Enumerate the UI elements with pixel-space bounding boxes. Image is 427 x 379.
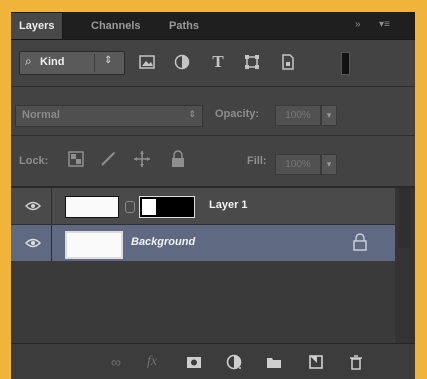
layers-bottom-toolbar: ∞ fx bbox=[11, 343, 415, 379]
lock-position-icon[interactable] bbox=[133, 150, 151, 168]
delete-icon[interactable] bbox=[347, 353, 365, 371]
tab-layers[interactable]: Layers bbox=[11, 13, 64, 39]
layer-thumbnail[interactable] bbox=[65, 196, 119, 218]
eye-column-divider bbox=[51, 225, 52, 261]
fx-icon[interactable]: fx bbox=[143, 353, 161, 371]
dropdown-arrow-icon: ⇕ bbox=[188, 109, 196, 119]
tab-paths[interactable]: Paths bbox=[161, 13, 207, 39]
mask-link-icon[interactable] bbox=[125, 201, 135, 213]
blend-row: Normal ⇕ Opacity: 100% ▾ bbox=[11, 87, 415, 136]
fill-dropdown-arrow[interactable]: ▾ bbox=[321, 154, 337, 175]
type-filter-icon[interactable]: T bbox=[209, 53, 227, 71]
collapse-panel-icon[interactable]: » bbox=[355, 19, 361, 30]
layer-mask-thumbnail[interactable] bbox=[139, 196, 195, 218]
panel-menu-icon[interactable]: ▾≡ bbox=[379, 19, 390, 30]
filter-toggle-switch[interactable] bbox=[341, 52, 350, 75]
lock-image-pixels-icon[interactable] bbox=[99, 150, 117, 168]
layer-name[interactable]: Layer 1 bbox=[209, 199, 248, 211]
adjustment-filter-icon[interactable] bbox=[173, 53, 191, 71]
shape-filter-icon[interactable] bbox=[243, 53, 261, 71]
opacity-field[interactable]: 100% bbox=[275, 105, 321, 126]
panel-tab-bar: Layers Channels Paths » ▾≡ bbox=[11, 13, 415, 40]
link-layers-icon[interactable]: ∞ bbox=[107, 353, 125, 371]
layers-panel: Layers Channels Paths » ▾≡ ⌕ Kind ⇕ T No… bbox=[11, 12, 415, 379]
smart-object-filter-icon[interactable] bbox=[279, 53, 297, 71]
blend-mode-value: Normal bbox=[22, 109, 60, 121]
tab-channels[interactable]: Channels bbox=[83, 13, 149, 39]
visibility-eye-icon[interactable] bbox=[25, 199, 41, 213]
adjustment-layer-icon[interactable] bbox=[225, 353, 243, 371]
layers-list: Layer 1 Background bbox=[11, 188, 395, 343]
layers-scrollbar[interactable] bbox=[395, 188, 415, 343]
search-icon: ⌕ bbox=[25, 54, 32, 68]
filter-row: ⌕ Kind ⇕ T bbox=[11, 40, 415, 87]
lock-all-icon[interactable] bbox=[169, 150, 187, 168]
lock-row: Lock: Fill: 100% ▾ bbox=[11, 136, 415, 188]
layer-name[interactable]: Background bbox=[131, 236, 195, 248]
layer-row-layer-1[interactable]: Layer 1 bbox=[11, 188, 395, 225]
visibility-eye-icon[interactable] bbox=[25, 236, 41, 250]
opacity-label: Opacity: bbox=[215, 108, 260, 120]
mask-white-area bbox=[142, 199, 156, 215]
dropdown-arrow-icon: ⇕ bbox=[104, 55, 113, 66]
layer-row-background[interactable]: Background bbox=[11, 225, 395, 261]
filter-kind-dropdown[interactable]: ⌕ Kind ⇕ bbox=[19, 51, 125, 75]
opacity-dropdown-arrow[interactable]: ▾ bbox=[321, 105, 337, 126]
scrollbar-thumb[interactable] bbox=[399, 188, 411, 248]
eye-column-divider bbox=[51, 188, 52, 224]
new-layer-icon[interactable] bbox=[307, 353, 325, 371]
add-mask-icon[interactable] bbox=[185, 353, 203, 371]
blend-mode-dropdown[interactable]: Normal ⇕ bbox=[15, 105, 203, 127]
lock-label: Lock: bbox=[19, 155, 49, 167]
layer-thumbnail[interactable] bbox=[65, 231, 123, 259]
dropdown-divider bbox=[94, 54, 95, 72]
new-group-icon[interactable] bbox=[265, 353, 283, 371]
lock-transparent-pixels-icon[interactable] bbox=[67, 150, 85, 168]
image-filter-icon[interactable] bbox=[138, 53, 156, 71]
fill-label: Fill: bbox=[247, 155, 267, 167]
fill-field[interactable]: 100% bbox=[275, 154, 321, 175]
lock-icon bbox=[353, 233, 367, 251]
filter-kind-label: Kind bbox=[40, 56, 65, 68]
